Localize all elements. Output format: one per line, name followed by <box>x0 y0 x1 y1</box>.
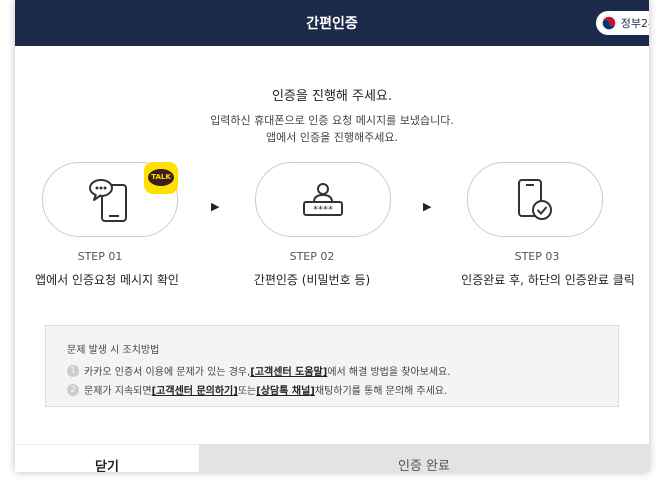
chat-channel-link[interactable]: [상담톡 채널] <box>256 382 315 397</box>
step-3-desc: 인증완료 후, 하단의 인증완료 클릭 <box>461 273 635 287</box>
dialog-title: 간편인증 <box>306 16 358 32</box>
gov24-logo: 정부24 <box>595 11 649 35</box>
step-arrow-1: ▶ <box>211 200 220 213</box>
notice-item-1: 1 카카오 인증서 이용에 문제가 있는 경우, [고객센터 도움말] 에서 해… <box>67 363 450 378</box>
step-3-label: STEP 03 <box>514 250 560 263</box>
intro-title: 인증을 진행해 주세요. <box>271 89 393 104</box>
step-3-pill <box>467 162 603 237</box>
notice-number-2: 2 <box>67 383 79 396</box>
help-center-link[interactable]: [고객센터 도움말] <box>250 363 327 378</box>
kakao-talk-badge: TALK <box>144 162 178 194</box>
user-password-icon: **** <box>303 182 343 216</box>
intro-line-2: 앱에서 인증을 진행해주세요. <box>266 131 398 144</box>
auth-complete-button[interactable]: 인증 완료 <box>199 444 649 472</box>
customer-inquiry-link[interactable]: [고객센터 문의하기] <box>152 382 238 397</box>
step-2-desc: 간편인증 (비밀번호 등) <box>253 273 371 287</box>
svg-text:****: **** <box>313 204 333 215</box>
close-button[interactable]: 닫기 <box>15 444 199 472</box>
kakao-talk-icon: TALK <box>148 169 174 186</box>
step-2-label: STEP 02 <box>289 250 335 263</box>
step-1-desc: 앱에서 인증요청 메시지 확인 <box>35 273 179 287</box>
gov24-logo-text: 정부24 <box>620 17 649 30</box>
dialog-header: 간편인증 정부24 <box>15 0 649 46</box>
notice-number-1: 1 <box>67 364 79 377</box>
intro-message: 입력하신 휴대폰으로 인증 요청 메시지를 보냈습니다. 앱에서 인증을 진행해… <box>15 112 649 146</box>
auth-dialog: 간편인증 정부24 인증을 진행해 주세요. 입력하신 휴대폰으로 인증 요청 … <box>15 0 649 472</box>
step-2-pill: **** <box>255 162 391 237</box>
taegeuk-emblem-icon <box>600 14 618 32</box>
notice-title: 문제 발생 시 조치방법 <box>67 345 160 356</box>
notice-item-2: 2 문제가 지속되면 [고객센터 문의하기] 또는 [상담톡 채널] 채팅하기를… <box>67 382 447 397</box>
phone-check-icon <box>518 178 552 220</box>
troubleshoot-notice: 문제 발생 시 조치방법 1 카카오 인증서 이용에 문제가 있는 경우, [고… <box>45 325 619 407</box>
step-1-label: STEP 01 <box>77 250 123 263</box>
step-arrow-2: ▶ <box>423 200 432 213</box>
phone-chat-icon <box>89 178 127 222</box>
intro-line-1: 입력하신 휴대폰으로 인증 요청 메시지를 보냈습니다. <box>210 114 454 127</box>
